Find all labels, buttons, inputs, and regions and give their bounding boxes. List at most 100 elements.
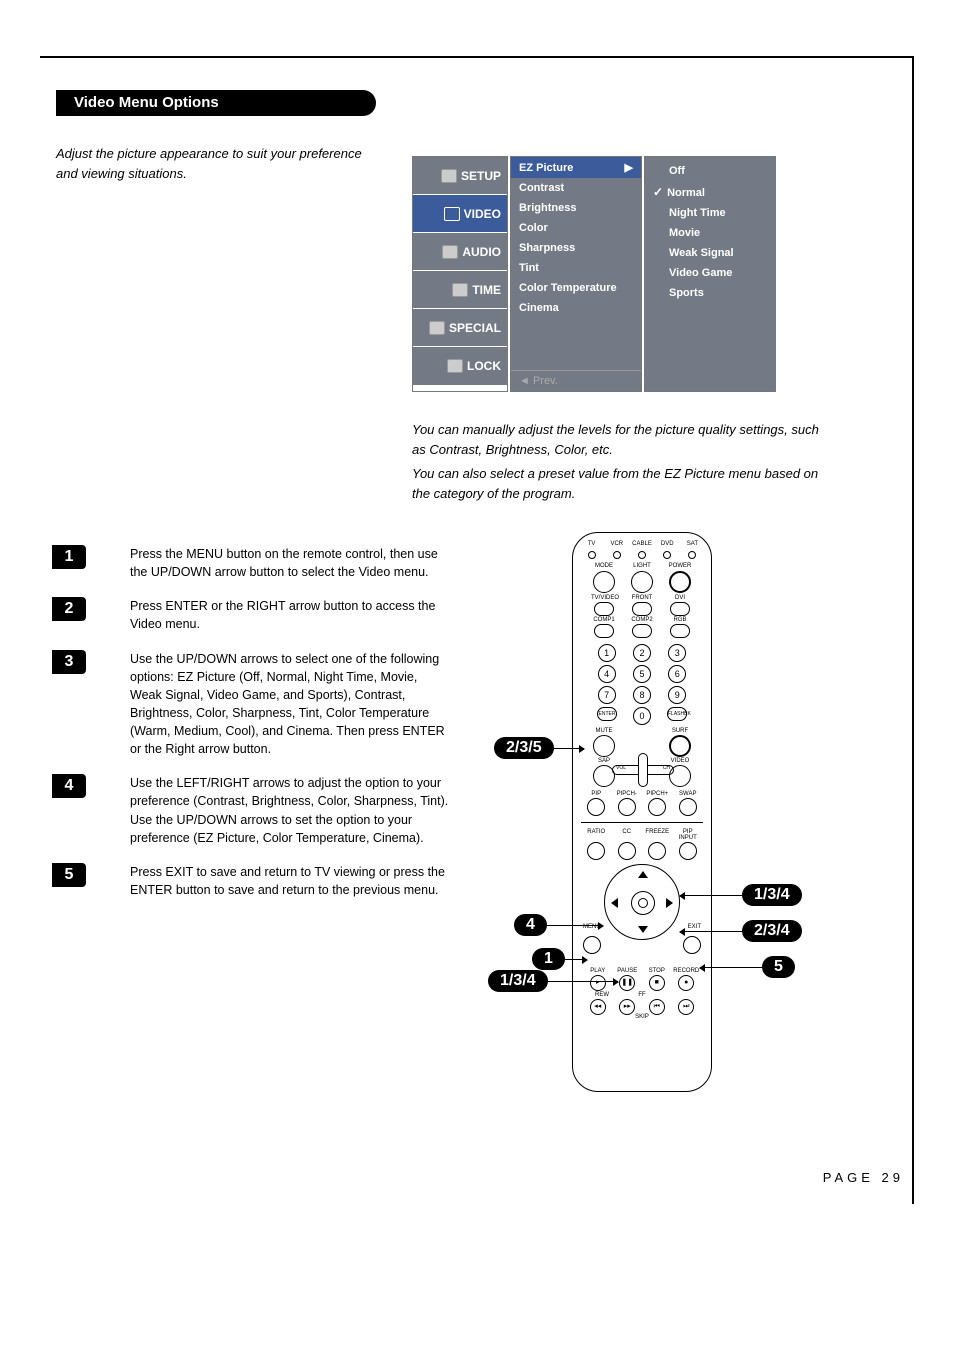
step-text: Press ENTER or the RIGHT arrow button to… [130,597,450,633]
rew-button[interactable]: ◂◂ [590,999,606,1015]
mode-led [638,551,646,559]
callout-badge: 1/3/4 [742,884,802,906]
step-1: 1 Press the MENU button on the remote con… [52,545,452,581]
stop-button[interactable]: ■ [649,975,665,991]
sap-button[interactable] [593,765,615,787]
num-8[interactable]: 8 [633,686,651,704]
callout-234: 2/3/4 [680,920,802,942]
callout-134-left: 1/3/4 [488,970,618,992]
step-badge: 1 [52,545,86,569]
callout-badge: 4 [514,914,547,936]
callout-badge: 2/3/4 [742,920,802,942]
body-p2: You can also select a preset value from … [412,464,832,503]
cat-special: SPECIAL [413,309,507,347]
skip-label: SKIP [573,1014,711,1020]
cat-label: SPECIAL [449,321,501,335]
right-arrow-icon [666,898,673,908]
pause-button[interactable]: ❚❚ [619,975,635,991]
callout-badge: 2/3/5 [494,737,554,759]
mode-labels: TVVCRCABLEDVDSAT [579,541,705,547]
freeze-button[interactable] [648,842,666,860]
preset-label: Normal [667,187,705,199]
cat-label: LOCK [467,359,501,373]
callout-badge: 1/3/4 [488,970,548,992]
preset-weaksignal: Weak Signal [645,243,775,263]
nav-center-button[interactable] [631,891,655,915]
step-4: 4Use the LEFT/RIGHT arrows to adjust the… [52,774,452,847]
step-badge: 4 [52,774,86,798]
remote-control: TVVCRCABLEDVDSAT MODELIGHTPOWER TV/VIDEO… [572,532,712,1092]
ff-button[interactable]: ▸▸ [619,999,635,1015]
cc-button[interactable] [618,842,636,860]
opt-contrast: Contrast [511,178,641,198]
up-arrow-icon [638,871,648,878]
num-1[interactable]: 1 [598,644,616,662]
step-text: Press EXIT to save and return to TV view… [130,863,450,899]
step-text: Press the MENU button on the remote cont… [130,545,450,581]
preset-nighttime: Night Time [645,203,775,223]
step-text: Use the UP/DOWN arrows to select one of … [130,650,450,759]
cat-label: SETUP [461,169,501,183]
light-button[interactable] [631,571,653,593]
num-6[interactable]: 6 [668,665,686,683]
num-2[interactable]: 2 [633,644,651,662]
preset-sports: Sports [645,283,775,303]
opt-sharpness: Sharpness [511,238,641,258]
left-arrow-icon [611,898,618,908]
mode-led [688,551,696,559]
video-icon [444,207,460,221]
time-icon [452,283,468,297]
opt-ezpicture: EZ Picture▶ [511,157,641,178]
pip-button[interactable] [587,798,605,816]
num-3[interactable]: 3 [668,644,686,662]
step-5: 5Press EXIT to save and return to TV vie… [52,863,452,899]
num-7[interactable]: 7 [598,686,616,704]
pipch-minus[interactable] [618,798,636,816]
dvi-button[interactable] [670,602,690,616]
arrow-icon: ▶ [625,161,633,174]
pipch-plus[interactable] [648,798,666,816]
front-button[interactable] [632,602,652,616]
cat-label: AUDIO [462,245,501,259]
callout-235: 2/3/5 [494,737,584,759]
cat-label: VIDEO [464,207,501,221]
num-9[interactable]: 9 [668,686,686,704]
callout-1: 1 [532,948,587,970]
flashbk-button[interactable]: FLASHBK [667,707,687,721]
tvvideo-button[interactable] [594,602,614,616]
comp2-button[interactable] [632,624,652,638]
enter-button[interactable]: ENTER [597,707,617,721]
cat-video: VIDEO [413,195,507,233]
audio-icon [442,245,458,259]
video-button[interactable] [669,765,691,787]
down-arrow-icon [638,926,648,933]
step-badge: 3 [52,650,86,674]
intro-text: Adjust the picture appearance to suit yo… [56,144,382,183]
skip-fwd-button[interactable]: ⏭ [678,999,694,1015]
callout-5: 5 [700,956,795,978]
opt-colortemp: Color Temperature [511,278,641,298]
power-button[interactable] [669,571,691,593]
skip-back-button[interactable]: ⏮ [649,999,665,1015]
swap-button[interactable] [679,798,697,816]
cat-lock: LOCK [413,347,507,385]
record-button[interactable]: ● [678,975,694,991]
pipinput-button[interactable] [679,842,697,860]
num-0[interactable]: 0 [633,707,651,725]
lock-icon [447,359,463,373]
mode-led [613,551,621,559]
num-5[interactable]: 5 [633,665,651,683]
rgb-button[interactable] [670,624,690,638]
comp1-button[interactable] [594,624,614,638]
opt-cinema: Cinema [511,298,641,318]
mode-button[interactable] [593,571,615,593]
num-4[interactable]: 4 [598,665,616,683]
callout-4: 4 [514,914,603,936]
page-number: PAGE 29 [823,1170,904,1185]
ratio-button[interactable] [587,842,605,860]
osd-categories: SETUP VIDEO AUDIO TIME SPECIAL LOCK [412,156,508,392]
step-2: 2Press ENTER or the RIGHT arrow button t… [52,597,452,633]
cat-audio: AUDIO [413,233,507,271]
callout-badge: 1 [532,948,565,970]
nav-ring[interactable] [604,864,680,940]
